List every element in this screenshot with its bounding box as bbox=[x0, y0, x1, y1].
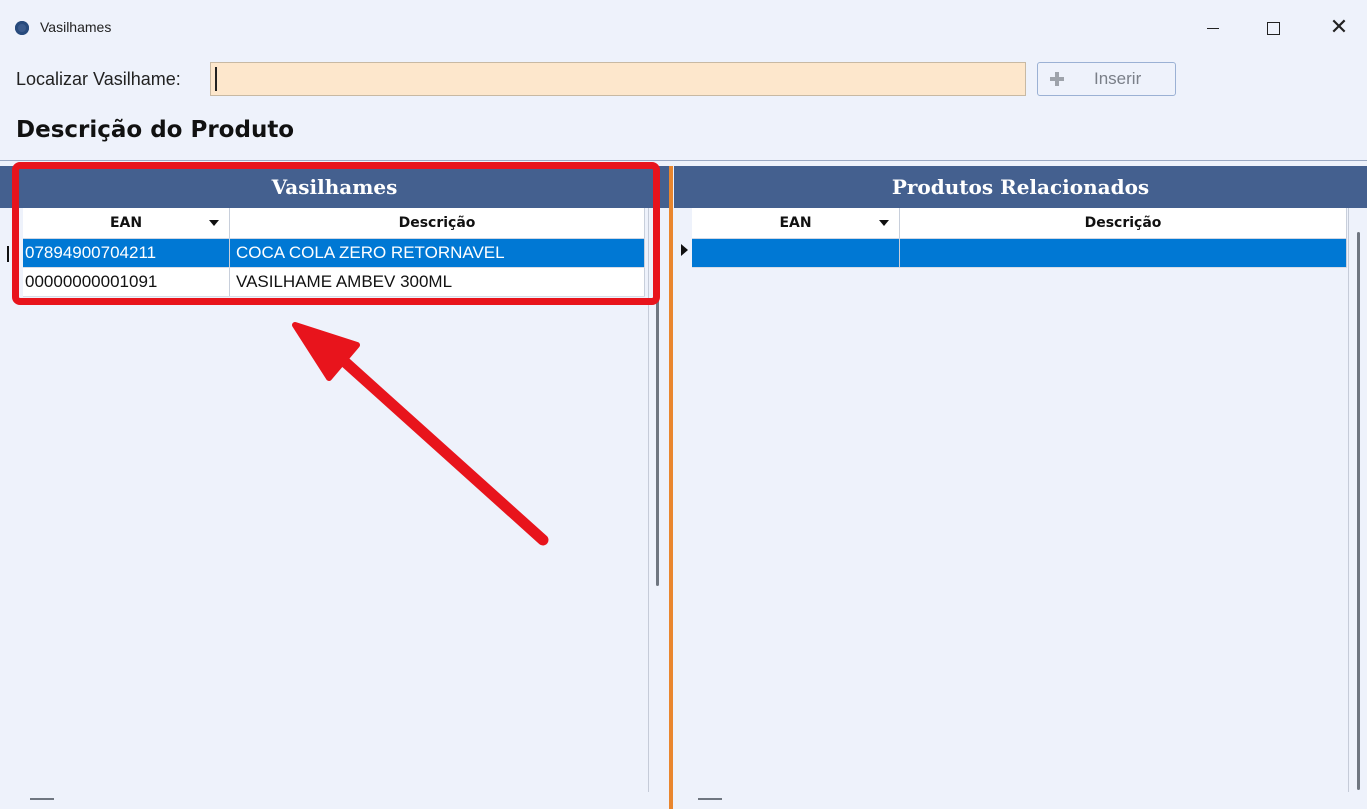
minimize-icon bbox=[1207, 27, 1219, 29]
insert-button[interactable]: Inserir bbox=[1037, 62, 1176, 96]
maximize-icon bbox=[1266, 21, 1280, 35]
separator bbox=[0, 160, 1367, 161]
close-button[interactable]: ✕ bbox=[1316, 12, 1362, 44]
grid-border bbox=[1348, 208, 1349, 792]
column-header-label: Descrição bbox=[1084, 215, 1162, 231]
maximize-button[interactable] bbox=[1250, 12, 1296, 44]
cell-ean[interactable]: 00000000001091 bbox=[23, 268, 230, 296]
dropdown-arrow-icon[interactable] bbox=[209, 220, 219, 226]
column-header-ean[interactable]: EAN bbox=[692, 208, 900, 238]
column-header-label: EAN bbox=[779, 215, 812, 231]
cell-descricao[interactable]: COCA COLA ZERO RETORNAVEL bbox=[230, 239, 645, 267]
current-row-pointer-icon bbox=[681, 244, 688, 256]
insert-button-label: Inserir bbox=[1094, 69, 1142, 88]
vertical-scrollbar[interactable] bbox=[1357, 232, 1360, 790]
vasilhames-panel: Vasilhames EAN Descrição 07894900704211 … bbox=[0, 166, 669, 809]
cell-descricao[interactable] bbox=[900, 239, 1347, 267]
dropdown-arrow-icon[interactable] bbox=[879, 220, 889, 226]
search-label: Localizar Vasilhame: bbox=[16, 69, 181, 89]
table-row[interactable]: 00000000001091 VASILHAME AMBEV 300ML bbox=[23, 268, 645, 297]
horizontal-scrollbar[interactable] bbox=[698, 798, 722, 800]
app-icon bbox=[15, 21, 29, 35]
minimize-button[interactable] bbox=[1190, 12, 1236, 44]
search-input[interactable] bbox=[210, 62, 1026, 96]
column-header-descricao[interactable]: Descrição bbox=[900, 208, 1347, 238]
cell-ean[interactable]: 07894900704211 bbox=[23, 239, 230, 267]
table-row[interactable]: 07894900704211 COCA COLA ZERO RETORNAVEL bbox=[23, 239, 645, 268]
section-title: Descrição do Produto bbox=[16, 117, 295, 143]
vasilhames-window: Vasilhames ✕ Localizar Vasilhame: Inseri… bbox=[0, 0, 1367, 809]
table-row[interactable] bbox=[692, 239, 1347, 268]
title-bar: Vasilhames ✕ bbox=[0, 0, 1367, 56]
cell-descricao[interactable]: VASILHAME AMBEV 300ML bbox=[230, 268, 645, 296]
row-indicator bbox=[7, 246, 9, 262]
produtos-relacionados-panel-header: Produtos Relacionados bbox=[674, 166, 1367, 208]
horizontal-scrollbar[interactable] bbox=[30, 798, 54, 800]
column-header-label: EAN bbox=[109, 215, 143, 231]
produtos-relacionados-panel: Produtos Relacionados EAN Descrição bbox=[674, 166, 1367, 809]
window-title: Vasilhames bbox=[40, 19, 112, 35]
grid-header-row: EAN Descrição bbox=[692, 208, 1347, 239]
close-icon: ✕ bbox=[1329, 15, 1349, 40]
column-header-label: Descrição bbox=[398, 215, 476, 231]
panel-splitter[interactable] bbox=[669, 166, 673, 809]
vertical-scrollbar[interactable] bbox=[656, 300, 659, 586]
column-header-descricao[interactable]: Descrição bbox=[230, 208, 645, 238]
produtos-relacionados-grid[interactable]: EAN Descrição bbox=[692, 208, 1347, 268]
grid-header-row: EAN Descrição bbox=[23, 208, 645, 239]
vasilhames-grid[interactable]: EAN Descrição 07894900704211 COCA COLA Z… bbox=[23, 208, 645, 297]
text-caret bbox=[215, 67, 217, 91]
column-header-ean[interactable]: EAN bbox=[23, 208, 230, 238]
grid-border bbox=[648, 208, 649, 792]
vasilhames-panel-header: Vasilhames bbox=[0, 166, 669, 208]
plus-icon bbox=[1050, 72, 1064, 86]
cell-ean[interactable] bbox=[692, 239, 900, 267]
